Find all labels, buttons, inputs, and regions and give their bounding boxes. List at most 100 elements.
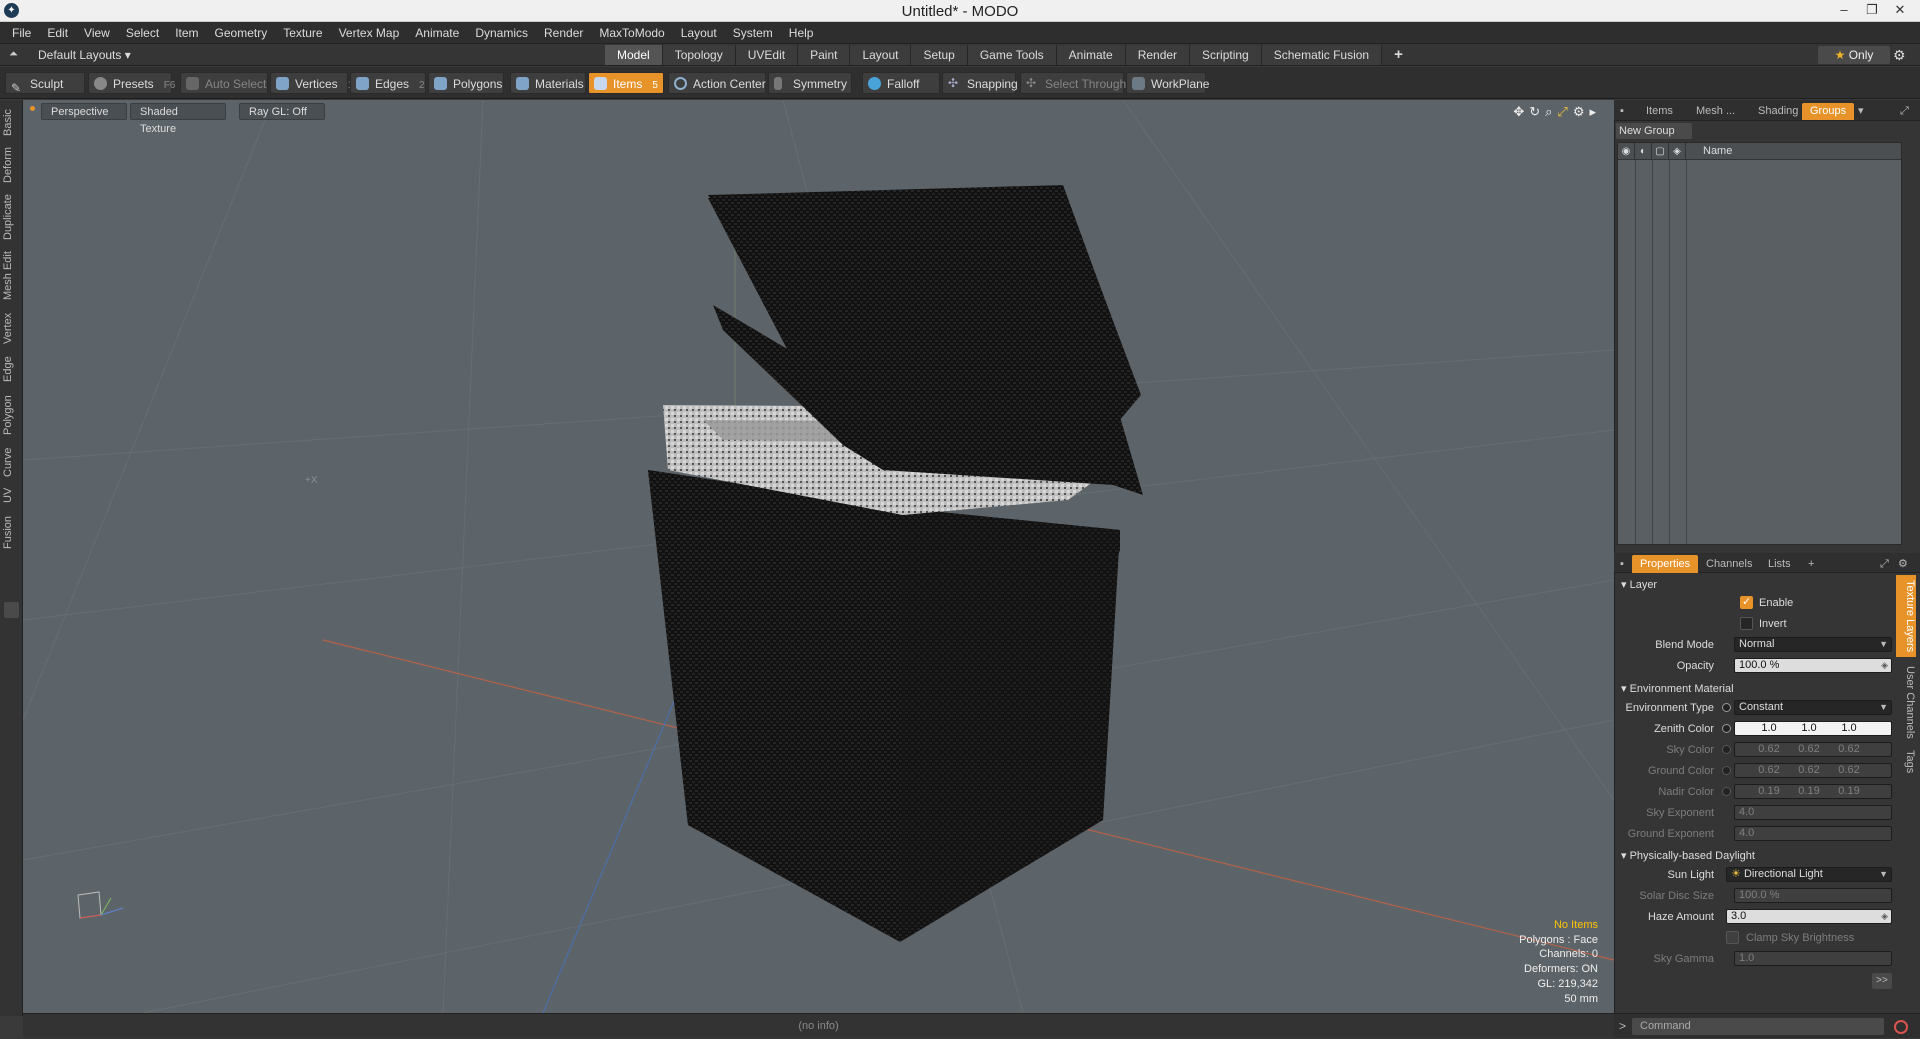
maximize-button[interactable]: ❐ [1858,0,1886,20]
tab-mesh[interactable]: Mesh ... [1688,103,1743,120]
panel-collapse-icon[interactable]: ▪ [1616,555,1628,573]
falloff-button[interactable]: Falloff [862,72,940,94]
add-tab-button[interactable]: + [1382,45,1415,65]
menu-item[interactable]: Item [167,26,206,40]
tab-polygon[interactable]: Polygon [2,390,21,440]
slider-icon[interactable]: ◈ [1881,910,1888,923]
blend-mode-select[interactable]: Normal ▼ [1734,637,1892,652]
sculpt-button[interactable]: ✎ Sculpt [5,72,85,95]
tab-schematic-fusion[interactable]: Schematic Fusion [1261,45,1383,65]
record-icon[interactable] [1894,1020,1908,1034]
tab-fusion[interactable]: Fusion [2,510,21,554]
menu-select[interactable]: Select [118,26,167,40]
sun-light-select[interactable]: ☀ Directional Light ▼ [1726,867,1892,882]
menu-file[interactable]: File [4,26,39,40]
menu-geometry[interactable]: Geometry [207,26,276,40]
zenith-b[interactable]: 1.0 [1831,722,1867,735]
expand-arrow-icon[interactable]: ▸ [1589,104,1596,120]
move-view-icon[interactable]: ✥ [1513,104,1524,120]
tab-texture-layers[interactable]: Texture Layers [1896,575,1916,657]
visibility-eye-icon[interactable]: ◉ [1618,143,1635,160]
groups-list[interactable]: ◉ ◐ ▢ ◈ Name [1617,142,1902,545]
panel-collapse-icon[interactable]: ▪ [1616,103,1628,120]
name-column-header[interactable]: Name [1703,145,1732,157]
zenith-color-field[interactable]: 1.0 1.0 1.0 [1734,721,1892,736]
menu-edit[interactable]: Edit [39,26,76,40]
tab-game-tools[interactable]: Game Tools [967,45,1057,65]
render-icon[interactable]: ◐ [1635,143,1652,160]
viewport-gear-icon[interactable]: ⚙ [1573,104,1585,120]
tab-lists[interactable]: Lists [1760,555,1799,573]
polygons-button[interactable]: Polygons [428,72,504,94]
vertices-button[interactable]: Vertices1 [270,72,353,94]
shading-button[interactable]: Shaded Texture [130,103,226,135]
env-type-anim-dot[interactable] [1722,703,1731,712]
3d-viewport[interactable]: +X [23,100,1614,1013]
menu-layout[interactable]: Layout [673,26,725,40]
tab-render[interactable]: Render [1125,45,1191,65]
menu-help[interactable]: Help [781,26,822,40]
panel-gear-icon[interactable]: ⚙ [1890,555,1916,573]
tab-basic[interactable]: Basic [2,106,21,140]
tab-setup[interactable]: Setup [911,45,968,65]
haze-amount-field[interactable]: 3.0 ◈ [1726,909,1892,924]
select-icon[interactable]: ◈ [1669,143,1686,160]
snapping-button[interactable]: ✣ Snapping [942,72,1018,94]
tab-items[interactable]: Items [1638,103,1681,120]
zenith-g[interactable]: 1.0 [1791,722,1827,735]
action-center-button[interactable]: Action Center [668,72,766,94]
panel-expand-icon[interactable]: ⤢ [1892,103,1917,120]
section-daylight[interactable]: ▾ Physically-based Daylight [1621,849,1755,862]
tab-edge[interactable]: Edge [2,352,21,386]
panel-dropdown-icon[interactable]: ▾ [1850,103,1872,120]
section-environment-material[interactable]: ▾ Environment Material [1621,682,1734,695]
new-group-button[interactable]: New Group [1616,123,1692,139]
tab-channels[interactable]: Channels [1698,555,1760,573]
viewport-menu-dot[interactable] [30,106,35,111]
menu-dynamics[interactable]: Dynamics [467,26,536,40]
tab-vertex[interactable]: Vertex [2,308,21,348]
menu-vertex-map[interactable]: Vertex Map [331,26,408,40]
tab-user-channels[interactable]: User Channels [1896,661,1916,743]
tab-paint[interactable]: Paint [798,45,851,65]
menu-render[interactable]: Render [536,26,591,40]
tab-deform[interactable]: Deform [2,144,21,186]
zenith-r[interactable]: 1.0 [1751,722,1787,735]
zenith-anim-dot[interactable] [1722,724,1731,733]
tab-uv[interactable]: UV [2,484,21,506]
tab-tags[interactable]: Tags [1896,747,1916,777]
tab-animate[interactable]: Animate [1056,45,1126,65]
tab-mesh-edit[interactable]: Mesh Edit [2,248,21,304]
select-through-button[interactable]: ✣ Select Through [1020,72,1126,94]
default-layouts-dropdown[interactable]: Default Layouts ▾ [38,48,131,62]
menu-maxtomodo[interactable]: MaxToModo [591,26,672,40]
materials-button[interactable]: Materials [510,72,586,94]
minimize-button[interactable]: – [1830,0,1858,20]
invert-checkbox[interactable] [1740,617,1753,630]
raygl-button[interactable]: Ray GL: Off [239,103,325,120]
tab-curve[interactable]: Curve [2,444,21,480]
auto-select-button[interactable]: Auto Select [180,72,268,94]
section-layer[interactable]: ▾ Layer [1621,578,1657,591]
tab-topology[interactable]: Topology [662,45,736,65]
tab-layout[interactable]: Layout [850,45,912,65]
tab-uvedit[interactable]: UVEdit [735,45,799,65]
only-button[interactable]: ★ Only [1818,46,1890,64]
items-button[interactable]: Items 5 [588,72,664,94]
workplane-button[interactable]: WorkPlane [1126,72,1209,94]
slider-icon[interactable]: ◈ [1881,659,1888,672]
view-perspective-button[interactable]: Perspective [41,103,127,120]
add-panel-tab-button[interactable]: + [1800,555,1822,573]
tab-duplicate[interactable]: Duplicate [2,190,21,244]
zoom-view-icon[interactable]: ⌕ [1545,104,1552,120]
tab-groups[interactable]: Groups [1802,103,1855,120]
menu-system[interactable]: System [725,26,781,40]
menu-texture[interactable]: Texture [275,26,330,40]
menu-animate[interactable]: Animate [407,26,467,40]
menu-view[interactable]: View [76,26,118,40]
edges-button[interactable]: Edges 2 [350,72,426,94]
layout-arrow-icon[interactable]: ⏶ [9,48,18,61]
tool-palette-toggle[interactable] [4,602,19,618]
tab-model[interactable]: Model [605,45,663,65]
tab-properties[interactable]: Properties [1632,555,1699,573]
